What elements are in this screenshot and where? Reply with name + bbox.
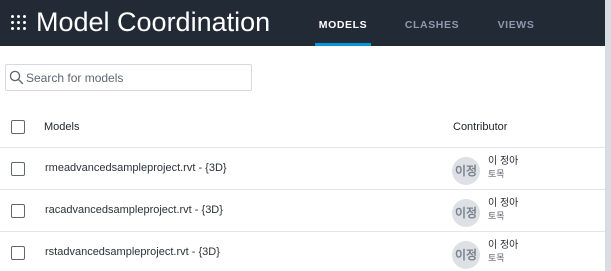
contributor-name: 이 정아	[488, 156, 519, 167]
table-header-row: Models Contributor	[0, 108, 605, 148]
scrollbar[interactable]	[605, 0, 611, 271]
search-input[interactable]	[26, 66, 248, 89]
model-name[interactable]: rmeadvancedsampleproject.rvt - {3D}	[45, 162, 227, 174]
row-checkbox[interactable]	[11, 162, 25, 176]
table-row[interactable]: rstadvancedsampleproject.rvt - {3D} 이정 이…	[0, 232, 605, 271]
contributor-name: 이 정아	[488, 240, 519, 251]
model-name[interactable]: racadvancedsampleproject.rvt - {3D}	[45, 204, 223, 216]
contributor-name: 이 정아	[488, 198, 519, 209]
table-row[interactable]: rmeadvancedsampleproject.rvt - {3D} 이정 이…	[0, 148, 605, 190]
contributor-company: 토목	[488, 253, 505, 263]
row-checkbox[interactable]	[11, 204, 25, 218]
contributor-company: 토목	[488, 169, 505, 179]
avatar: 이정	[452, 157, 480, 185]
column-header-contributor[interactable]: Contributor	[453, 121, 507, 133]
select-all-checkbox[interactable]	[11, 120, 25, 134]
models-table: Models Contributor rmeadvancedsampleproj…	[0, 108, 605, 271]
avatar: 이정	[452, 241, 480, 269]
grid-icon[interactable]	[9, 13, 29, 33]
row-checkbox[interactable]	[11, 246, 25, 260]
tab-models[interactable]: MODELS	[315, 0, 371, 46]
top-bar: Model Coordination MODELS CLASHES VIEWS	[0, 0, 605, 46]
column-header-models[interactable]: Models	[44, 121, 79, 133]
table-row[interactable]: racadvancedsampleproject.rvt - {3D} 이정 이…	[0, 190, 605, 232]
model-name[interactable]: rstadvancedsampleproject.rvt - {3D}	[45, 246, 220, 258]
avatar: 이정	[452, 199, 480, 227]
tab-clashes[interactable]: CLASHES	[400, 0, 464, 46]
search-box[interactable]	[5, 64, 252, 91]
app-title: Model Coordination	[36, 7, 271, 37]
tab-views[interactable]: VIEWS	[488, 0, 544, 46]
contributor-company: 토목	[488, 211, 505, 221]
search-icon	[9, 70, 24, 85]
